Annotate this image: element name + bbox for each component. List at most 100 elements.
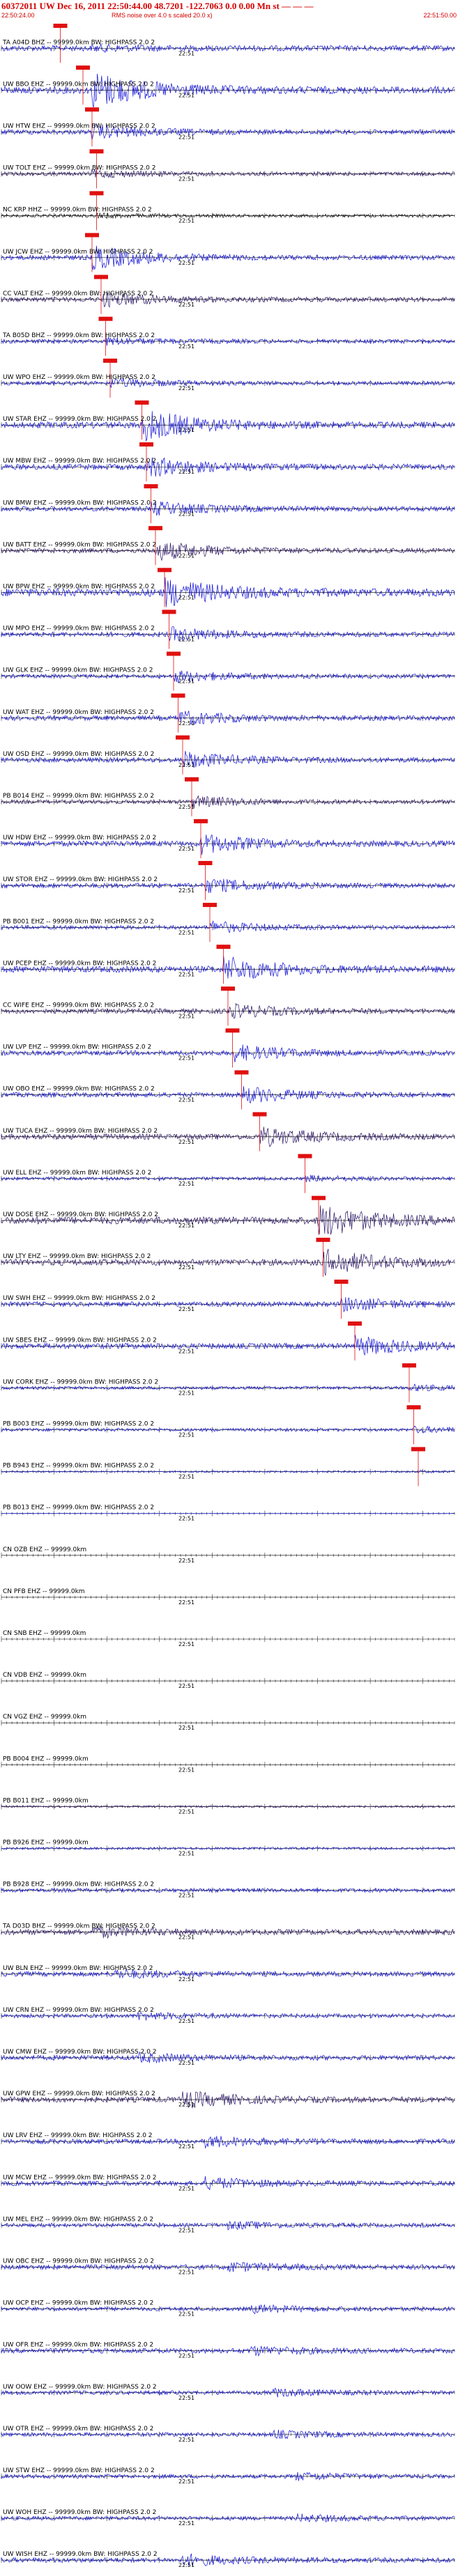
- channel-label: PB B003 EHZ -- 99999.0km BW: HIGHPASS 2.…: [3, 1421, 154, 1428]
- time-tick-label: 22:51: [178, 2395, 194, 2401]
- channel-label: UW CRN EHZ -- 99999.0km BW: HIGHPASS 2.0…: [3, 2007, 154, 2014]
- time-tick-label: 22:51: [178, 637, 194, 643]
- channel-row: UW OBO EHZ -- 99999.0km BW: HIGHPASS 2.0…: [1, 1070, 455, 1110]
- pick-marker: [216, 945, 231, 949]
- time-tick-label: 22:51: [178, 552, 194, 559]
- time-tick-label: 22:51: [178, 1223, 194, 1229]
- channel-label: UW WOH EHZ -- 99999.0km BW: HIGHPASS 2.0…: [3, 2509, 156, 2516]
- channel-row: CN VGZ EHZ -- 99999.0km 22:51: [1, 1714, 455, 1731]
- channel-label: UW BLN EHZ -- 99999.0km BW: HIGHPASS 2.0…: [3, 1965, 153, 1972]
- time-tick-label: 22:51: [178, 469, 194, 475]
- channel-row: UW CMW EHZ -- 99999.0km BW: HIGHPASS 2.0…: [1, 2049, 455, 2066]
- channel-row: UW OFR EHZ -- 99999.0km BW: HIGHPASS 2.0…: [1, 2342, 455, 2359]
- channel-label: UW OTR EHZ -- 99999.0km BW: HIGHPASS 2.0…: [3, 2426, 153, 2433]
- channel-row: UW OSD EHZ -- 99999.0km BW: HIGHPASS 2.0…: [1, 735, 455, 775]
- pick-marker: [158, 568, 171, 573]
- channel-label: TA B05D BHZ -- 99999.0km BW: HIGHPASS 2.…: [2, 332, 155, 339]
- time-tick-label: 22:51: [178, 678, 194, 685]
- channel-row: UW LTY EHZ -- 99999.0km BW: HIGHPASS 2.0…: [1, 1237, 455, 1277]
- channel-label: PB B013 EHZ -- 99999.0km BW: HIGHPASS 2.…: [3, 1505, 154, 1512]
- pick-marker: [298, 1154, 312, 1158]
- pick-marker: [85, 233, 99, 238]
- channel-label: UW JCW EHZ -- 99999.0km BW: HIGHPASS 2.0…: [3, 249, 153, 256]
- event-title: 60372011 UW Dec 16, 2011 22:50:44.00 48.…: [1, 1, 314, 11]
- time-tick-label: 22:51: [178, 218, 194, 224]
- pick-marker: [221, 986, 235, 991]
- channel-row: UW OTR EHZ -- 99999.0km BW: HIGHPASS 2.0…: [1, 2426, 455, 2443]
- channel-label: UW GLK EHZ -- 99999.0km BW: HIGHPASS 2.0…: [3, 667, 153, 674]
- end-time: 22:51:50.00: [423, 12, 457, 19]
- channel-row: UW OOW EHZ -- 99999.0km BW: HIGHPASS 2.0…: [1, 2384, 455, 2401]
- channel-label: UW ELL EHZ -- 99999.0km BW: HIGHPASS 2.0…: [3, 1170, 151, 1177]
- channel-row: PB B011 EHZ -- 99999.0km 22:51: [1, 1797, 455, 1815]
- channel-label: UW BATT EHZ -- 99999.0km BW: HIGHPASS 2.…: [3, 541, 156, 548]
- channel-label: CC VALT EHZ -- 99999.0km BW: HIGHPASS 2.…: [3, 290, 153, 297]
- pick-marker: [225, 1028, 240, 1033]
- pick-marker: [144, 484, 158, 489]
- channel-label: UW HDW EHZ -- 99999.0km BW: HIGHPASS 2.0…: [3, 835, 156, 841]
- time-tick-label: 22:51: [178, 1641, 194, 1647]
- channel-row: UW STOR EHZ -- 99999.0km BW: HIGHPASS 2.…: [1, 860, 455, 901]
- waveform-trace: [1, 1205, 455, 1235]
- time-tick-label: 22:51: [178, 929, 194, 936]
- pick-marker: [234, 1070, 249, 1075]
- channel-row: PB B928 EHZ -- 99999.0km BW: HIGHPASS 2.…: [1, 1881, 455, 1899]
- channel-label: CN SNB EHZ -- 99999.0km: [3, 1630, 86, 1637]
- time-tick-label: 22:51: [178, 2269, 194, 2276]
- pick-marker: [171, 693, 185, 698]
- pick-marker: [139, 442, 153, 447]
- time-tick-label: 22:51: [178, 511, 194, 517]
- pick-marker: [89, 191, 104, 196]
- start-time: 22:50:24.00: [1, 12, 35, 19]
- pick-marker: [98, 316, 113, 321]
- pick-marker: [94, 274, 108, 279]
- channel-row: UW WOH EHZ -- 99999.0km BW: HIGHPASS 2.0…: [1, 2509, 455, 2527]
- time-tick-label: 22:51: [178, 971, 194, 977]
- channel-label: PB B926 EHZ -- 99999.0km: [3, 1840, 89, 1847]
- time-tick-label: 22:51: [178, 2227, 194, 2233]
- channel-label: UW PCEP EHZ -- 99999.0km BW: HIGHPASS 2.…: [3, 960, 156, 967]
- time-tick-label: 22:51: [178, 762, 194, 768]
- channel-label: UW STAR EHZ -- 99999.0km BW: HIGHPASS 2.…: [3, 416, 157, 423]
- channel-label: UW DOSE EHZ -- 99999.0km BW: HIGHPASS 2.…: [3, 1211, 158, 1218]
- channel-row: UW BBO EHZ -- 99999.0km BW: HIGHPASS 2.0…: [1, 65, 455, 107]
- channel-label: UW OFR EHZ -- 99999.0km BW: HIGHPASS 2.0…: [3, 2342, 153, 2349]
- channel-label: UW MBW EHZ -- 99999.0km BW: HIGHPASS 2.0…: [3, 458, 156, 465]
- channel-label: UW OOW EHZ -- 99999.0km BW: HIGHPASS 2.0…: [3, 2384, 157, 2391]
- channel-row: UW CORK EHZ -- 99999.0km BW: HIGHPASS 2.…: [1, 1363, 455, 1403]
- channel-row: UW MEL EHZ -- 99999.0km BW: HIGHPASS 2.0…: [1, 2216, 455, 2233]
- time-tick-label: 22:51: [178, 134, 194, 141]
- channel-label: UW OBC EHZ -- 99999.0km BW: HIGHPASS 2.0…: [3, 2258, 154, 2265]
- time-tick-label: 22:51: [178, 1893, 194, 1899]
- channel-row: UW WPO EHZ -- 99999.0km BW: HIGHPASS 2.0…: [1, 358, 455, 398]
- channel-row: UW OBC EHZ -- 99999.0km BW: HIGHPASS 2.0…: [1, 2258, 455, 2276]
- pick-marker: [348, 1321, 362, 1326]
- time-tick-label: 22:51: [178, 92, 194, 98]
- pick-marker: [148, 526, 162, 531]
- channel-row: UW CRN EHZ -- 99999.0km BW: HIGHPASS 2.0…: [1, 2007, 455, 2024]
- pick-marker: [312, 1195, 326, 1200]
- time-tick-label: 22:51: [178, 2102, 194, 2108]
- channel-label: UW STW EHZ -- 99999.0km BW: HIGHPASS 2.0…: [3, 2467, 155, 2474]
- channel-label: PB B004 EHZ -- 99999.0km: [3, 1755, 89, 1762]
- channel-label: UW LVP EHZ -- 99999.0km BW: HIGHPASS 2.0…: [3, 1044, 151, 1051]
- pick-marker: [198, 860, 213, 865]
- channel-row: PB B001 EHZ -- 99999.0km BW: HIGHPASS 2.…: [1, 903, 455, 942]
- channel-row: UW PCEP EHZ -- 99999.0km BW: HIGHPASS 2.…: [1, 945, 455, 984]
- channel-label: CC WIFE EHZ -- 99999.0km BW: HIGHPASS 2.…: [3, 1002, 154, 1009]
- channel-label: UW LRV EHZ -- 99999.0km BW: HIGHPASS 2.0…: [3, 2132, 153, 2139]
- channel-row: UW LVP EHZ -- 99999.0km BW: HIGHPASS 2.0…: [1, 1028, 455, 1068]
- channel-row: UW MBW EHZ -- 99999.0km BW: HIGHPASS 2.0…: [1, 442, 455, 482]
- channel-row: UW JCW EHZ -- 99999.0km BW: HIGHPASS 2.0…: [1, 233, 455, 272]
- channel-row: UW WISH EHZ -- 99999.0km BW: HIGHPASS 2.…: [1, 2551, 455, 2568]
- channel-row: UW STW EHZ -- 99999.0km BW: HIGHPASS 2.0…: [1, 2467, 455, 2485]
- channel-row: UW BMW EHZ -- 99999.0km BW: HIGHPASS 2.0…: [1, 484, 455, 524]
- channel-row: UW HTW EHZ -- 99999.0km BW: HIGHPASS 2.0…: [1, 107, 455, 147]
- channel-row: CN OZB EHZ -- 99999.0km 22:51: [1, 1546, 455, 1564]
- seismogram-panel: TA A04D BHZ -- 99999.0km BW: HIGHPASS 2.…: [1, 24, 455, 2568]
- channel-label: UW OCP EHZ -- 99999.0km BW: HIGHPASS 2.0…: [3, 2300, 153, 2307]
- channel-label: UW WPO EHZ -- 99999.0km BW: HIGHPASS 2.0…: [3, 374, 155, 381]
- channel-label: UW LTY EHZ -- 99999.0km BW: HIGHPASS 2.0…: [3, 1253, 151, 1260]
- channel-row: UW MPO EHZ -- 99999.0km BW: HIGHPASS 2.0…: [1, 610, 455, 649]
- time-tick-label: 22:51: [178, 2353, 194, 2359]
